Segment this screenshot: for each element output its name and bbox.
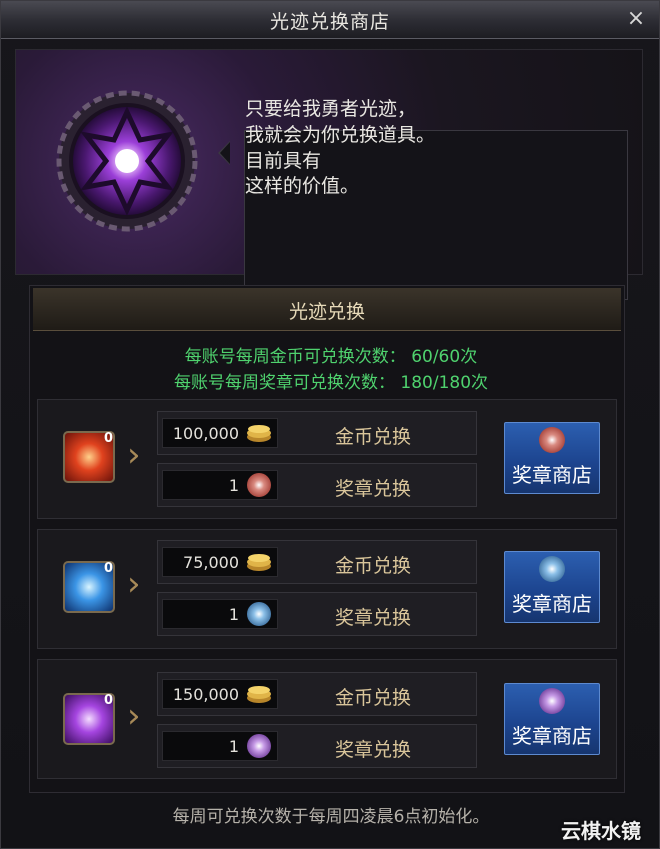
item-count: 0 (104, 693, 114, 708)
npc-speech-line: 只要给我勇者光迹， (245, 98, 417, 120)
watermark: 云棋水镜 (561, 819, 641, 843)
medal-exchange-label: 奖章兑换 (334, 739, 411, 761)
npc-speech-line: 这样的价值。 (245, 175, 360, 197)
medal-price: 1 (228, 605, 239, 624)
exchange-shop-window: 光迹兑换商店 × 只要给我勇者光迹， 我就会为你兑换道具。 目前具有 这样的价值… (0, 0, 660, 849)
medal-price-field: 1 (162, 731, 278, 761)
medal-price: 1 (228, 737, 239, 756)
medal-price-field: 1 (162, 470, 278, 500)
speech-pointer-inner (220, 142, 230, 164)
medal-exchange-label: 奖章兑换 (334, 607, 411, 629)
medal-icon (247, 473, 271, 497)
medal-shop-button[interactable]: 奖章商店 (504, 551, 600, 623)
npc-speech-line: 目前具有 (245, 150, 322, 172)
item-count: 0 (104, 561, 114, 576)
gold-exchange-label: 金币兑换 (334, 555, 411, 577)
exchange-panel-header: 光迹兑换 (33, 288, 621, 331)
medal-exchange-button[interactable]: 1 奖章兑换 (157, 463, 477, 507)
medal-shop-button[interactable]: 奖章商店 (504, 422, 600, 494)
arrow-right-icon: › (127, 696, 141, 736)
gold-price: 75,000 (183, 553, 239, 572)
gold-coin-icon (247, 686, 271, 703)
light-trace-emblem-icon (56, 90, 198, 232)
medal-icon (247, 602, 271, 626)
title-bar[interactable]: 光迹兑换商店 × (1, 1, 659, 39)
gold-coin-icon (247, 554, 271, 571)
window-title: 光迹兑换商店 (269, 11, 390, 33)
medal-shop-button[interactable]: 奖章商店 (504, 683, 600, 755)
gold-exchange-button[interactable]: 75,000 金币兑换 (157, 540, 477, 584)
exchange-panel-title: 光迹兑换 (288, 301, 365, 323)
medal-exchange-button[interactable]: 1 奖章兑换 (157, 592, 477, 636)
medal-icon (539, 427, 565, 453)
medal-exchange-label: 奖章兑换 (334, 478, 411, 500)
gold-exchange-label: 金币兑换 (334, 426, 411, 448)
gold-price: 100,000 (172, 424, 239, 443)
gold-price-field: 100,000 (162, 418, 278, 448)
medal-shop-label: 奖章商店 (512, 592, 592, 616)
medal-weekly-limit: 每账号每周奖章可兑换次数： 180/180次 (173, 373, 489, 393)
gold-price: 150,000 (172, 685, 239, 704)
gold-exchange-label: 金币兑换 (334, 687, 411, 709)
gold-exchange-button[interactable]: 100,000 金币兑换 (157, 411, 477, 455)
medal-price-field: 1 (162, 599, 278, 629)
gold-price-field: 150,000 (162, 679, 278, 709)
medal-icon (247, 734, 271, 758)
gold-price-field: 75,000 (162, 547, 278, 577)
gold-coin-icon (247, 425, 271, 442)
medal-icon (539, 688, 565, 714)
npc-speech-line: 我就会为你兑换道具。 (245, 124, 436, 146)
item-count: 0 (104, 431, 114, 446)
medal-price: 1 (228, 476, 239, 495)
npc-hero-panel (15, 49, 643, 300)
medal-shop-label: 奖章商店 (512, 724, 592, 748)
gold-weekly-limit: 每账号每周金币可兑换次数： 60/60次 (184, 347, 478, 367)
medal-shop-label: 奖章商店 (512, 463, 592, 487)
gold-exchange-button[interactable]: 150,000 金币兑换 (157, 672, 477, 716)
medal-icon (539, 556, 565, 582)
close-icon[interactable]: × (623, 6, 649, 32)
arrow-right-icon: › (127, 564, 141, 604)
arrow-right-icon: › (127, 435, 141, 475)
medal-exchange-button[interactable]: 1 奖章兑换 (157, 724, 477, 768)
